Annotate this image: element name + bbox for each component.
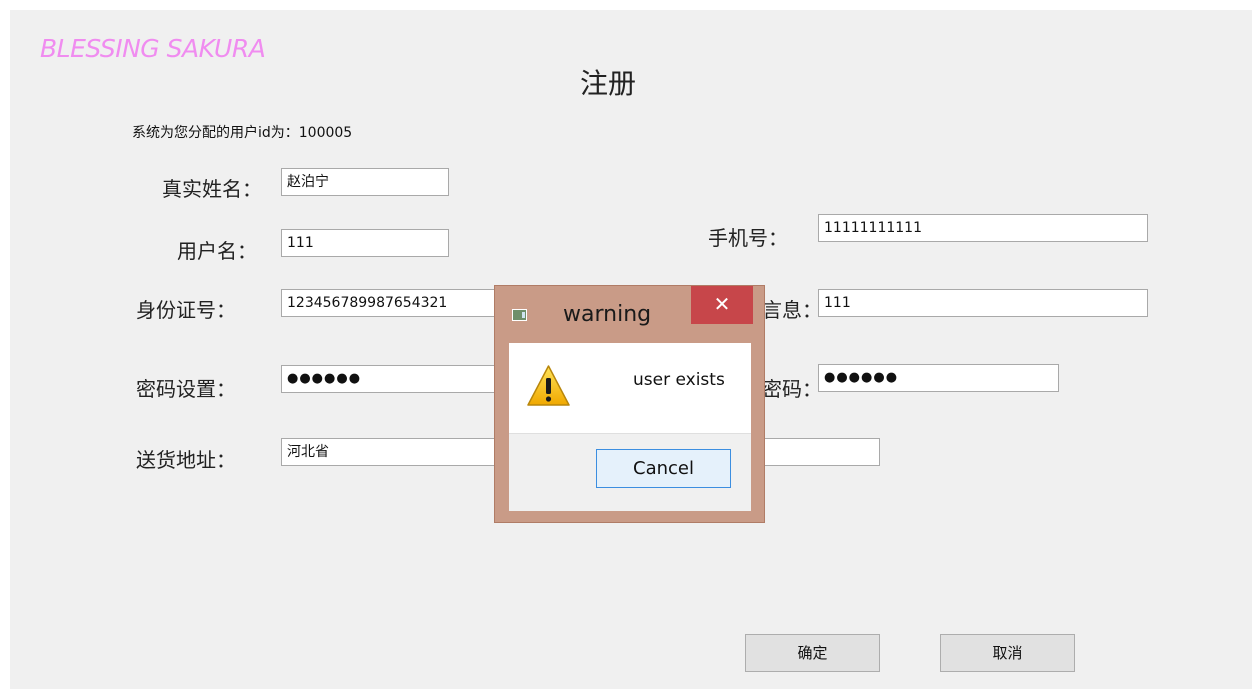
confirm-password-label: 密码： (762, 377, 822, 401)
dialog-cancel-button[interactable]: Cancel (596, 449, 731, 488)
dialog-body: user exists (509, 343, 751, 433)
username-input[interactable]: 111 (281, 229, 449, 257)
id-number-input[interactable]: 123456789987654321 (281, 289, 511, 317)
close-icon[interactable]: ✕ (691, 286, 753, 324)
confirm-button[interactable]: 确定 (745, 634, 880, 672)
password-label: 密码设置： (136, 377, 236, 401)
phone-label: 手机号： (708, 226, 788, 250)
extra-input[interactable] (750, 438, 880, 466)
page-title: 注册 (580, 67, 637, 100)
real-name-input[interactable]: 赵泊宁 (281, 168, 449, 196)
app-logo: BLESSING SAKURA (40, 34, 266, 63)
id-number-label: 身份证号： (136, 298, 236, 322)
address-input[interactable]: 河北省 (281, 438, 511, 466)
cancel-button[interactable]: 取消 (940, 634, 1075, 672)
confirm-password-input[interactable]: ●●●●●● (818, 364, 1059, 392)
assigned-user-id: 系统为您分配的用户id为：100005 (132, 125, 353, 141)
username-label: 用户名： (177, 239, 257, 263)
phone-input[interactable]: 11111111111 (818, 214, 1148, 242)
window-icon (512, 309, 527, 321)
password-input[interactable]: ●●●●●● (281, 365, 511, 393)
info-input[interactable]: 111 (818, 289, 1148, 317)
real-name-label: 真实姓名： (162, 177, 262, 201)
dialog-footer: Cancel (509, 433, 751, 511)
info-label: 言息： (762, 298, 822, 322)
address-label: 送货地址： (136, 448, 236, 472)
warning-icon (527, 365, 570, 406)
warning-dialog: warning ✕ user exists Cancel (494, 285, 765, 523)
dialog-title: warning (563, 302, 652, 327)
dialog-message: user exists (633, 370, 725, 390)
